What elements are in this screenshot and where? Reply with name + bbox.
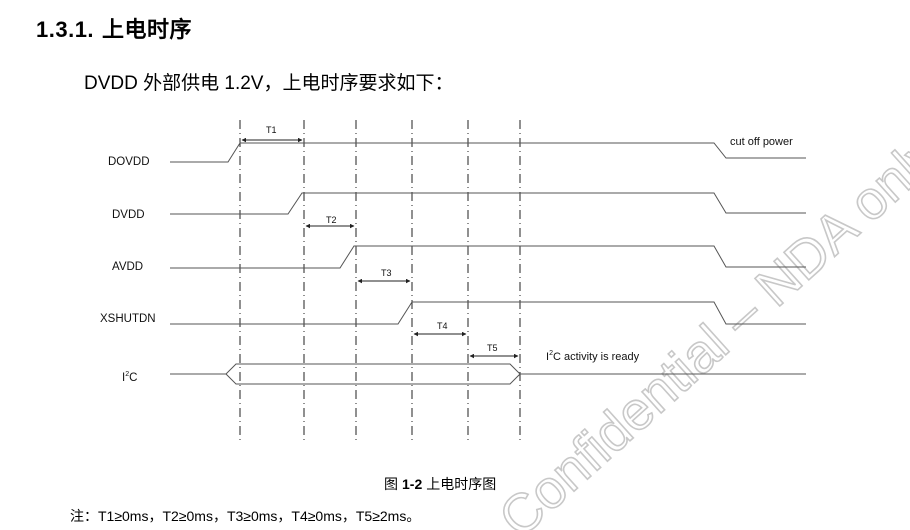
waveform-dvdd (170, 192, 806, 215)
watermark: Confidential – NDA only (488, 123, 910, 530)
interval-label-t1: T1 (266, 125, 277, 135)
waveform-avdd (170, 245, 806, 269)
interval-label-t2: T2 (326, 215, 337, 225)
signal-label-avdd: AVDD (112, 261, 143, 273)
waveform-dovdd (170, 142, 806, 163)
figure-caption: 图 1-2 上电时序图 (384, 474, 496, 494)
signal-label-i2c: I2C (122, 371, 137, 384)
caption-title: 上电时序图 (426, 476, 497, 492)
timing-reference-lines (239, 120, 521, 440)
power-up-timing-diagram: Confidential – NDA only DOVDD DVDD AVDD … (100, 120, 910, 530)
interval-label-t5: T5 (487, 343, 498, 353)
cut-off-power-label: cut off power (730, 136, 793, 148)
signal-label-dovdd: DOVDD (108, 156, 150, 168)
caption-prefix: 图 (384, 476, 398, 492)
i2c-ready-label: I2C activity is ready (546, 350, 640, 363)
signal-label-dvdd: DVDD (112, 209, 145, 221)
caption-number: 1-2 (402, 476, 423, 492)
timing-note: 注：T1≥0ms，T2≥0ms，T3≥0ms，T4≥0ms，T5≥2ms。 (70, 508, 421, 524)
interval-label-t3: T3 (381, 268, 392, 278)
interval-label-t4: T4 (437, 321, 448, 331)
signal-label-xshutdn: XSHUTDN (100, 313, 156, 325)
